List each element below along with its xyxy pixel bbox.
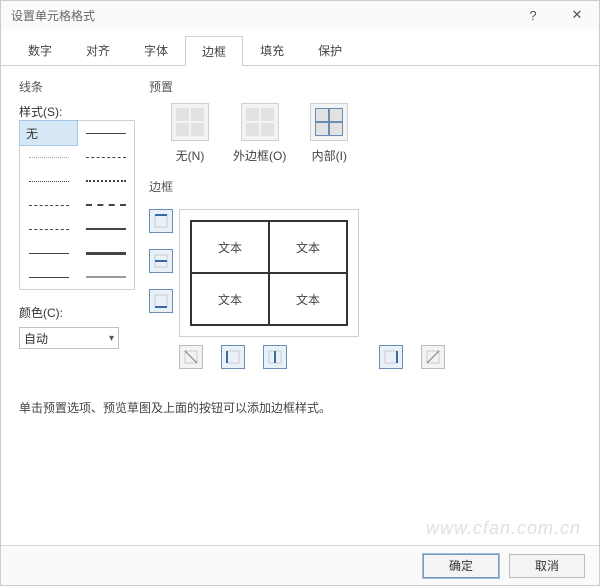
tab-font[interactable]: 字体 [127,35,185,65]
style-item[interactable] [20,169,77,193]
preset-none-icon [171,103,209,141]
style-item[interactable] [20,193,77,217]
side-buttons-left [149,209,173,369]
content-area: 线条 样式(S): 无 颜色(C): 自 [1,66,599,381]
preset-inner-icon [310,103,348,141]
style-item[interactable] [20,265,77,289]
style-none[interactable]: 无 [20,121,77,145]
close-button[interactable]: ✕ [555,1,599,29]
border-right-button[interactable] [379,345,403,369]
preset-none[interactable]: 无(N) [171,103,209,164]
bottom-buttons [179,345,445,369]
preset-group-label: 预置 [149,78,581,95]
preview-cell: 文本 [269,273,347,325]
style-item[interactable] [77,265,134,289]
style-item[interactable] [20,241,77,265]
style-item[interactable] [20,217,77,241]
preview-cell: 文本 [191,273,269,325]
titlebar-buttons: ? ✕ [511,1,599,29]
chevron-down-icon: ▾ [109,333,114,344]
style-item[interactable] [77,145,134,169]
preview-cell: 文本 [269,221,347,273]
preset-row: 无(N) 外边框(O) 内部(I) [171,103,581,164]
style-item[interactable] [77,121,134,145]
border-group-label: 边框 [149,178,581,195]
tab-strip: 数字 对齐 字体 边框 填充 保护 [1,29,599,66]
style-label: 样式(S): [19,103,135,120]
watermark: www.cfan.com.cn [426,518,581,539]
style-item[interactable] [20,145,77,169]
color-value: 自动 [24,330,48,347]
border-top-button[interactable] [149,209,173,233]
preview-grid: 文本 文本 文本 文本 [190,220,348,326]
border-vmiddle-button[interactable] [263,345,287,369]
dialog-footer: 确定 取消 [1,545,599,585]
tab-protect[interactable]: 保护 [301,35,359,65]
color-row: 颜色(C): 自动 ▾ [19,304,135,349]
border-diag-up-button[interactable] [421,345,445,369]
style-listbox[interactable]: 无 [19,120,135,290]
color-label: 颜色(C): [19,304,135,321]
cancel-button[interactable]: 取消 [509,554,585,578]
hint-text: 单击预置选项、预览草图及上面的按钮可以添加边框样式。 [1,381,599,434]
preview-cell: 文本 [191,221,269,273]
dialog-title: 设置单元格格式 [11,7,511,24]
line-group-label: 线条 [19,78,135,95]
border-preview[interactable]: 文本 文本 文本 文本 [179,209,359,337]
preset-inner[interactable]: 内部(I) [310,103,348,164]
right-column: 预置 无(N) 外边框(O) [149,78,581,369]
preview-wrapper: 文本 文本 文本 文本 [179,203,445,369]
color-dropdown[interactable]: 自动 ▾ [19,327,119,349]
tab-number[interactable]: 数字 [11,35,69,65]
ok-button[interactable]: 确定 [423,554,499,578]
border-left-button[interactable] [221,345,245,369]
titlebar: 设置单元格格式 ? ✕ [1,1,599,29]
tab-fill[interactable]: 填充 [243,35,301,65]
tab-align[interactable]: 对齐 [69,35,127,65]
border-bottom-button[interactable] [149,289,173,313]
format-cells-dialog: 设置单元格格式 ? ✕ 数字 对齐 字体 边框 填充 保护 线条 样式(S): … [0,0,600,586]
style-item[interactable] [77,169,134,193]
line-column: 线条 样式(S): 无 颜色(C): 自 [19,78,135,369]
style-item[interactable] [77,217,134,241]
style-item[interactable] [77,241,134,265]
help-button[interactable]: ? [511,1,555,29]
border-diag-down-button[interactable] [179,345,203,369]
preset-outer-icon [241,103,279,141]
border-hmiddle-button[interactable] [149,249,173,273]
tab-border[interactable]: 边框 [185,36,243,66]
preset-outer[interactable]: 外边框(O) [233,103,286,164]
style-item[interactable] [77,193,134,217]
border-section: 文本 文本 文本 文本 [149,203,581,369]
